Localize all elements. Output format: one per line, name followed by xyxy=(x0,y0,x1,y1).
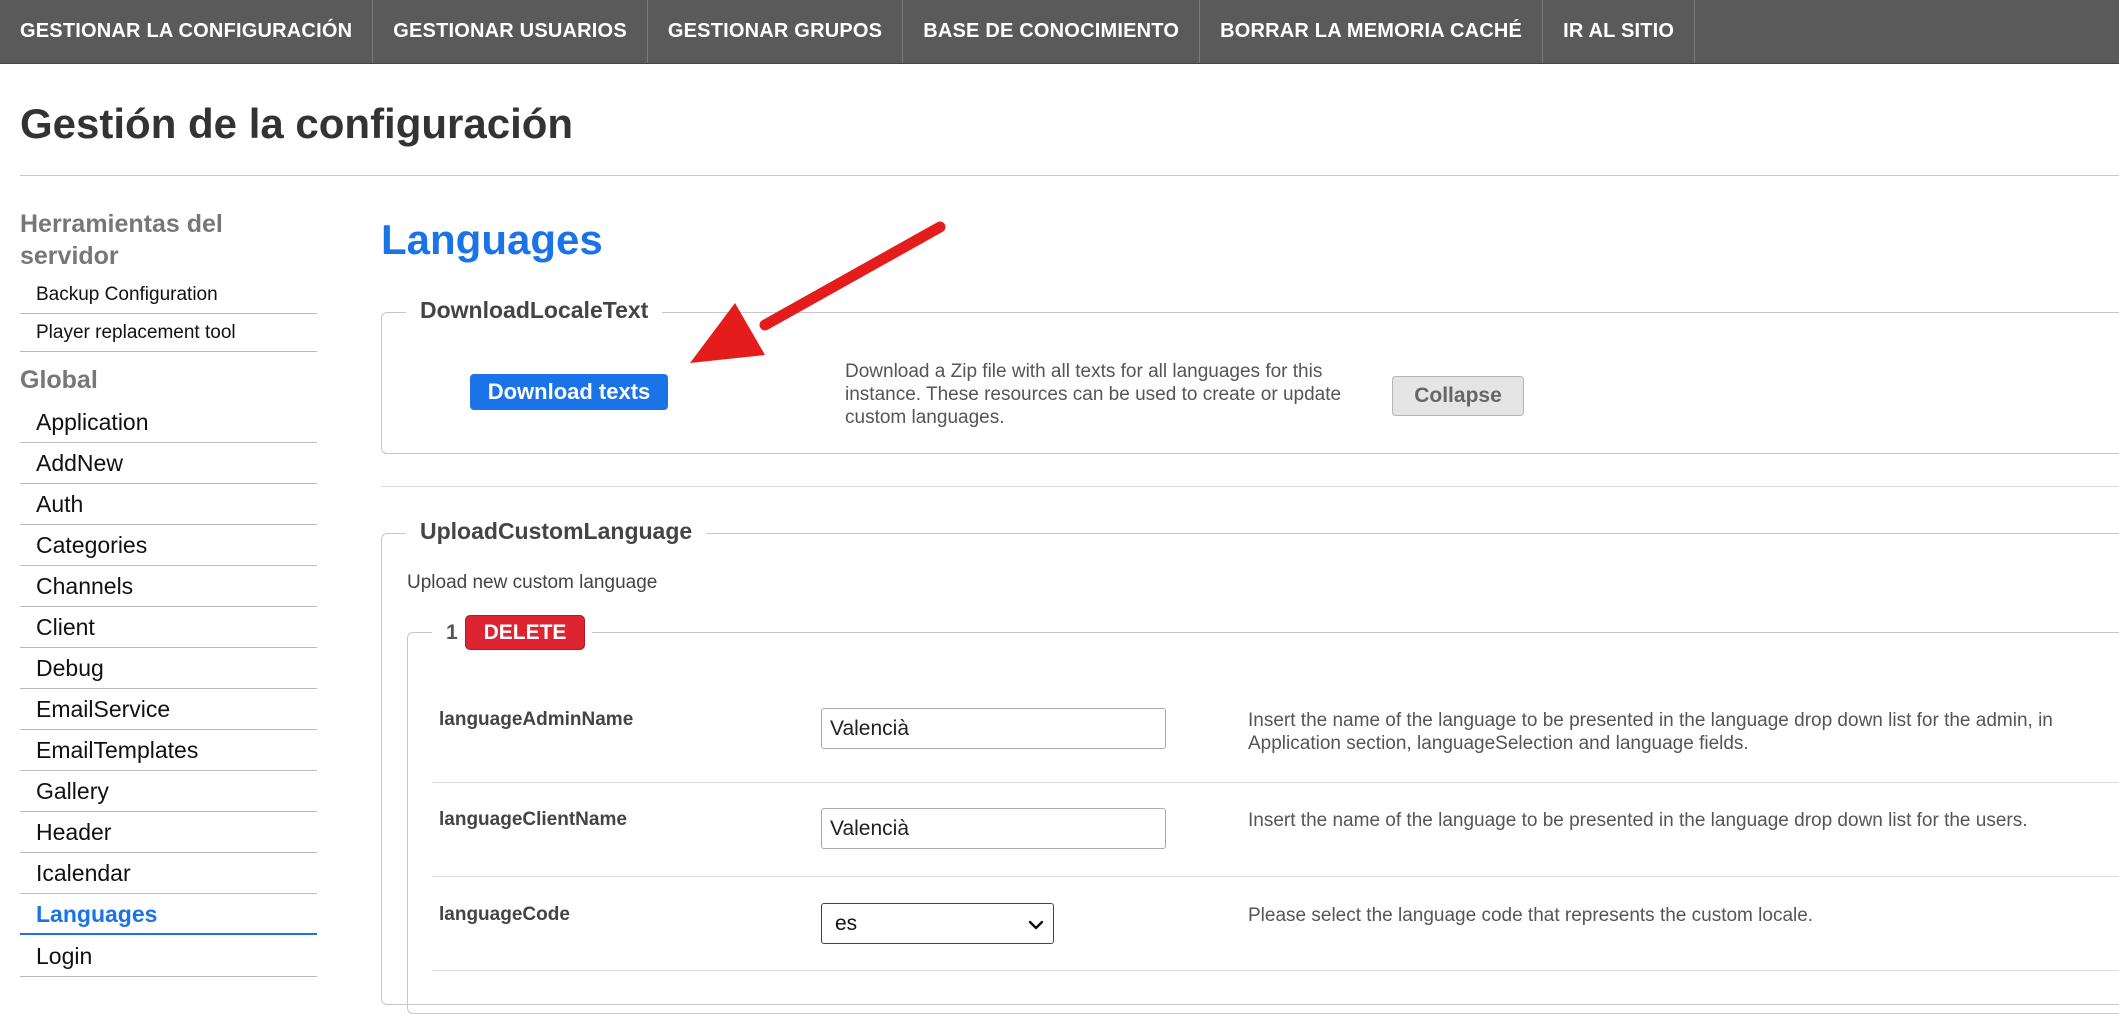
sidebar-item-gallery[interactable]: Gallery xyxy=(20,771,317,812)
language-admin-name-help: Insert the name of the language to be pr… xyxy=(1248,710,2053,754)
page-title: Gestión de la configuración xyxy=(20,100,574,147)
language-client-name-input[interactable] xyxy=(821,808,1166,849)
language-admin-name-label: languageAdminName xyxy=(439,709,634,730)
nav-manage-users[interactable]: GESTIONAR USUARIOS xyxy=(373,0,648,63)
language-client-name-help: Insert the name of the language to be pr… xyxy=(1248,810,2028,831)
chevron-down-icon xyxy=(1027,916,1045,939)
row-divider xyxy=(432,876,2119,877)
language-code-selected-value: es xyxy=(835,912,858,935)
sidebar-item-backup-configuration[interactable]: Backup Configuration xyxy=(20,277,317,314)
sidebar-item-categories[interactable]: Categories xyxy=(20,525,317,566)
language-code-select[interactable]: es xyxy=(821,903,1054,944)
collapse-button[interactable]: Collapse xyxy=(1392,376,1524,416)
delete-entry-button[interactable]: DELETE xyxy=(465,615,585,650)
sidebar-item-addnew[interactable]: AddNew xyxy=(20,443,317,484)
nav-knowledge-base[interactable]: BASE DE CONOCIMIENTO xyxy=(903,0,1201,63)
sidebar-item-icalendar[interactable]: Icalendar xyxy=(20,853,317,894)
upload-description: Upload new custom language xyxy=(407,572,658,593)
sidebar-item-emailservice[interactable]: EmailService xyxy=(20,689,317,730)
entry-number: 1 xyxy=(446,621,458,644)
sidebar-item-application[interactable]: Application xyxy=(20,402,317,443)
upload-language-legend: UploadCustomLanguage xyxy=(406,518,707,545)
nav-manage-groups[interactable]: GESTIONAR GRUPOS xyxy=(648,0,904,63)
row-divider xyxy=(432,782,2119,783)
section-title: Languages xyxy=(381,216,603,263)
sidebar-item-login[interactable]: Login xyxy=(20,936,317,977)
download-texts-button[interactable]: Download texts xyxy=(470,374,668,410)
title-divider xyxy=(20,175,2119,176)
language-client-name-label: languageClientName xyxy=(439,809,627,830)
sidebar-heading-global: Global xyxy=(20,366,98,394)
red-arrow-icon xyxy=(690,221,946,363)
sidebar-item-auth[interactable]: Auth xyxy=(20,484,317,525)
language-code-help: Please select the language code that rep… xyxy=(1248,905,1814,926)
sidebar-item-channels[interactable]: Channels xyxy=(20,566,317,607)
sidebar-item-header[interactable]: Header xyxy=(20,812,317,853)
section-divider xyxy=(381,486,2119,487)
nav-clear-cache[interactable]: BORRAR LA MEMORIA CACHÉ xyxy=(1200,0,1544,63)
sidebar-item-languages[interactable]: Languages xyxy=(20,894,317,935)
nav-go-to-site[interactable]: IR AL SITIO xyxy=(1543,0,1696,63)
download-locale-legend: DownloadLocaleText xyxy=(406,297,663,324)
language-admin-name-input[interactable] xyxy=(821,708,1166,749)
row-divider xyxy=(432,970,2119,971)
sidebar-item-player-replacement-tool[interactable]: Player replacement tool xyxy=(20,315,317,352)
sidebar-item-client[interactable]: Client xyxy=(20,607,317,648)
nav-manage-config[interactable]: GESTIONAR LA CONFIGURACIÓN xyxy=(0,0,374,63)
sidebar-item-emailtemplates[interactable]: EmailTemplates xyxy=(20,730,317,771)
sidebar-item-debug[interactable]: Debug xyxy=(20,648,317,689)
language-code-label: languageCode xyxy=(439,904,570,925)
sidebar-heading-server-tools: Herramientas del servidor xyxy=(20,210,223,270)
top-nav-bar: GESTIONAR LA CONFIGURACIÓN GESTIONAR USU… xyxy=(0,0,2119,64)
